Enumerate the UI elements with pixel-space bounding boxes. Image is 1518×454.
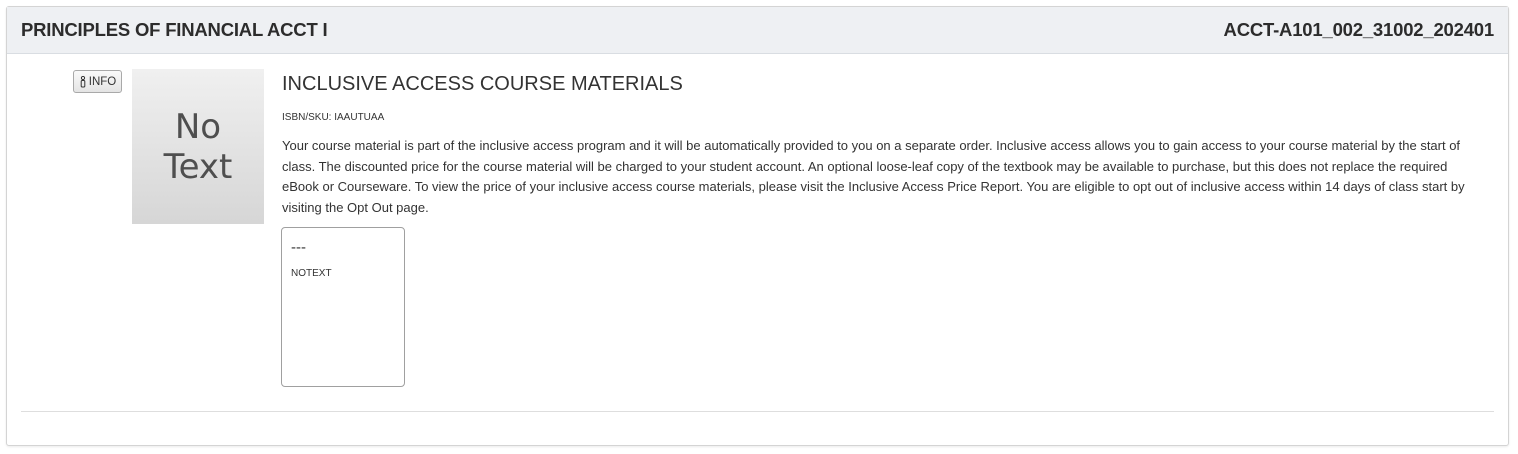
option-price: ---: [291, 239, 306, 256]
cover-text-line2: Text: [163, 146, 233, 187]
info-button-label: INFO: [88, 75, 117, 88]
divider: [21, 411, 1494, 412]
course-code: ACCT-A101_002_31002_202401: [1223, 19, 1495, 40]
material-title: INCLUSIVE ACCESS COURSE MATERIALS: [282, 73, 683, 95]
course-name: PRINCIPLES OF FINANCIAL ACCT I: [21, 19, 328, 40]
material-description: Your course material is part of the incl…: [282, 138, 1465, 215]
info-icon: [79, 75, 87, 88]
book-cover-image: No Text: [132, 69, 264, 224]
course-header: PRINCIPLES OF FINANCIAL ACCT I ACCT-A101…: [7, 7, 1508, 54]
course-panel: PRINCIPLES OF FINANCIAL ACCT I ACCT-A101…: [6, 6, 1509, 446]
isbn-sku: ISBN/SKU: IAAUTUAA: [282, 112, 385, 123]
info-button[interactable]: INFO: [73, 70, 122, 93]
purchase-option-card[interactable]: --- NOTEXT: [281, 227, 405, 387]
option-label: NOTEXT: [291, 268, 332, 279]
cover-text-line1: No: [174, 106, 222, 147]
